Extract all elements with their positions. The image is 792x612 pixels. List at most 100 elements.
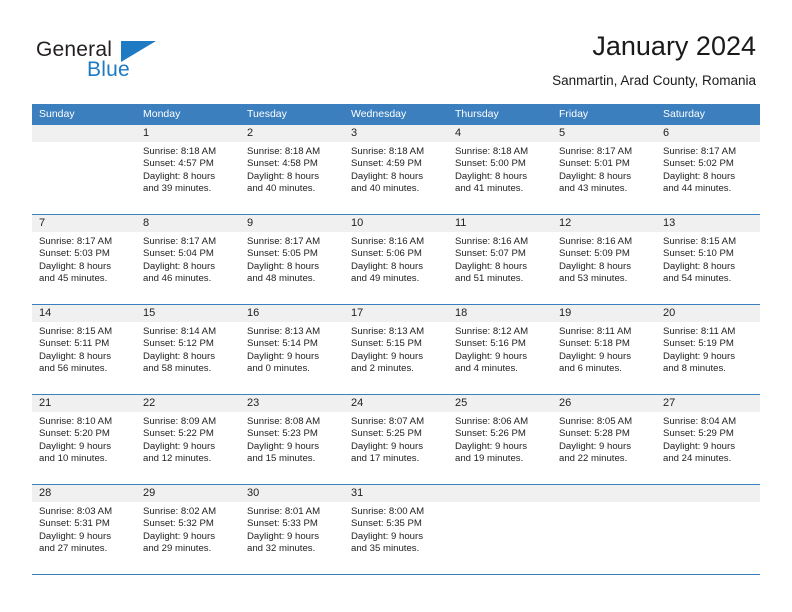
sunrise-text: Sunrise: 8:13 AM [247, 326, 321, 337]
day-number[interactable]: 20 [656, 305, 760, 322]
day-cell[interactable]: Sunrise: 8:16 AM Sunset: 5:06 PM Dayligh… [344, 232, 448, 304]
weekday-header-monday: Monday [143, 108, 181, 120]
day-number[interactable]: 23 [240, 395, 344, 412]
week-row: 21 22 23 24 25 26 27 Sunrise: 8:10 AM Su… [32, 395, 760, 485]
day-cell[interactable]: Sunrise: 8:09 AM Sunset: 5:22 PM Dayligh… [136, 412, 240, 484]
day-number[interactable] [448, 485, 552, 502]
daylight-text: Daylight: 8 hours [351, 260, 423, 272]
day-number[interactable]: 18 [448, 305, 552, 322]
day-number[interactable]: 25 [448, 395, 552, 412]
day-number[interactable]: 16 [240, 305, 344, 322]
page-header: General Blue January 2024 Sanmartin, Ara… [0, 0, 792, 104]
day-number[interactable]: 7 [32, 215, 136, 232]
day-number[interactable]: 26 [552, 395, 656, 412]
day-cell[interactable]: Sunrise: 8:16 AM Sunset: 5:09 PM Dayligh… [552, 232, 656, 304]
daylight-text-cont: and 41 minutes. [455, 183, 524, 195]
day-cell[interactable] [552, 502, 656, 574]
sunset-text: Sunset: 5:00 PM [455, 158, 526, 170]
daylight-text: Daylight: 9 hours [455, 440, 527, 452]
day-number[interactable]: 28 [32, 485, 136, 502]
day-cell[interactable]: Sunrise: 8:18 AM Sunset: 4:59 PM Dayligh… [344, 142, 448, 214]
day-cell[interactable]: Sunrise: 8:17 AM Sunset: 5:05 PM Dayligh… [240, 232, 344, 304]
day-number[interactable] [552, 485, 656, 502]
day-cell[interactable]: Sunrise: 8:03 AM Sunset: 5:31 PM Dayligh… [32, 502, 136, 574]
day-cell[interactable]: Sunrise: 8:07 AM Sunset: 5:25 PM Dayligh… [344, 412, 448, 484]
day-cell[interactable]: Sunrise: 8:15 AM Sunset: 5:11 PM Dayligh… [32, 322, 136, 394]
sunrise-text: Sunrise: 8:11 AM [559, 326, 632, 337]
day-number[interactable]: 19 [552, 305, 656, 322]
sunrise-text: Sunrise: 8:03 AM [39, 506, 113, 517]
daylight-text-cont: and 43 minutes. [559, 183, 628, 195]
daylight-text: Daylight: 9 hours [455, 350, 527, 362]
day-number[interactable]: 11 [448, 215, 552, 232]
day-number[interactable]: 27 [656, 395, 760, 412]
day-number[interactable]: 22 [136, 395, 240, 412]
day-cell[interactable]: Sunrise: 8:08 AM Sunset: 5:23 PM Dayligh… [240, 412, 344, 484]
sunrise-text: Sunrise: 8:17 AM [39, 236, 113, 247]
day-cell[interactable]: Sunrise: 8:15 AM Sunset: 5:10 PM Dayligh… [656, 232, 760, 304]
sunset-text: Sunset: 5:03 PM [39, 248, 110, 260]
day-number[interactable] [656, 485, 760, 502]
day-cell[interactable] [448, 502, 552, 574]
day-cell[interactable]: Sunrise: 8:00 AM Sunset: 5:35 PM Dayligh… [344, 502, 448, 574]
day-number[interactable]: 10 [344, 215, 448, 232]
day-cell[interactable]: Sunrise: 8:17 AM Sunset: 5:03 PM Dayligh… [32, 232, 136, 304]
day-number[interactable]: 17 [344, 305, 448, 322]
day-number[interactable]: 24 [344, 395, 448, 412]
day-cell[interactable]: Sunrise: 8:05 AM Sunset: 5:28 PM Dayligh… [552, 412, 656, 484]
sunrise-text: Sunrise: 8:17 AM [559, 146, 633, 157]
day-cell[interactable]: Sunrise: 8:04 AM Sunset: 5:29 PM Dayligh… [656, 412, 760, 484]
page-title: January 2024 [592, 31, 756, 61]
day-cell[interactable]: Sunrise: 8:01 AM Sunset: 5:33 PM Dayligh… [240, 502, 344, 574]
day-cell[interactable]: Sunrise: 8:13 AM Sunset: 5:14 PM Dayligh… [240, 322, 344, 394]
day-number[interactable]: 21 [32, 395, 136, 412]
day-cell[interactable]: Sunrise: 8:12 AM Sunset: 5:16 PM Dayligh… [448, 322, 552, 394]
day-number[interactable]: 8 [136, 215, 240, 232]
day-number[interactable]: 3 [344, 125, 448, 142]
daylight-text: Daylight: 9 hours [663, 440, 735, 452]
sunrise-text: Sunrise: 8:04 AM [663, 416, 737, 427]
day-number[interactable]: 29 [136, 485, 240, 502]
weekday-header-wednesday: Wednesday [351, 108, 407, 120]
day-cell[interactable]: Sunrise: 8:17 AM Sunset: 5:02 PM Dayligh… [656, 142, 760, 214]
day-number[interactable]: 31 [344, 485, 448, 502]
day-number[interactable]: 9 [240, 215, 344, 232]
day-cell[interactable]: Sunrise: 8:11 AM Sunset: 5:18 PM Dayligh… [552, 322, 656, 394]
day-number[interactable]: 15 [136, 305, 240, 322]
sunrise-text: Sunrise: 8:14 AM [143, 326, 217, 337]
day-cell[interactable]: Sunrise: 8:11 AM Sunset: 5:19 PM Dayligh… [656, 322, 760, 394]
day-cell[interactable] [656, 502, 760, 574]
day-number[interactable] [32, 125, 136, 142]
day-cell[interactable]: Sunrise: 8:17 AM Sunset: 5:04 PM Dayligh… [136, 232, 240, 304]
day-cell[interactable]: Sunrise: 8:10 AM Sunset: 5:20 PM Dayligh… [32, 412, 136, 484]
sunset-text: Sunset: 5:16 PM [455, 338, 526, 350]
day-number[interactable]: 4 [448, 125, 552, 142]
day-number[interactable]: 13 [656, 215, 760, 232]
daylight-text: Daylight: 8 hours [455, 260, 527, 272]
day-number[interactable]: 14 [32, 305, 136, 322]
day-number[interactable]: 6 [656, 125, 760, 142]
day-number[interactable]: 30 [240, 485, 344, 502]
day-cell[interactable]: Sunrise: 8:14 AM Sunset: 5:12 PM Dayligh… [136, 322, 240, 394]
day-cell[interactable]: Sunrise: 8:16 AM Sunset: 5:07 PM Dayligh… [448, 232, 552, 304]
week-row: 14 15 16 17 18 19 20 Sunrise: 8:15 AM Su… [32, 305, 760, 395]
daylight-text-cont: and 48 minutes. [247, 273, 316, 285]
day-cell[interactable]: Sunrise: 8:18 AM Sunset: 4:58 PM Dayligh… [240, 142, 344, 214]
daylight-text-cont: and 4 minutes. [455, 363, 518, 375]
daylight-text-cont: and 27 minutes. [39, 543, 108, 555]
day-number[interactable]: 2 [240, 125, 344, 142]
day-cell[interactable]: Sunrise: 8:02 AM Sunset: 5:32 PM Dayligh… [136, 502, 240, 574]
sunset-text: Sunset: 5:28 PM [559, 428, 630, 440]
day-number[interactable]: 5 [552, 125, 656, 142]
daylight-text-cont: and 46 minutes. [143, 273, 212, 285]
day-cell[interactable]: Sunrise: 8:17 AM Sunset: 5:01 PM Dayligh… [552, 142, 656, 214]
day-cell[interactable]: Sunrise: 8:18 AM Sunset: 5:00 PM Dayligh… [448, 142, 552, 214]
daylight-text: Daylight: 9 hours [351, 530, 423, 542]
day-cell[interactable] [32, 142, 136, 214]
sunset-text: Sunset: 5:12 PM [143, 338, 214, 350]
day-cell[interactable]: Sunrise: 8:18 AM Sunset: 4:57 PM Dayligh… [136, 142, 240, 214]
day-cell[interactable]: Sunrise: 8:13 AM Sunset: 5:15 PM Dayligh… [344, 322, 448, 394]
day-number[interactable]: 1 [136, 125, 240, 142]
day-cell[interactable]: Sunrise: 8:06 AM Sunset: 5:26 PM Dayligh… [448, 412, 552, 484]
day-number[interactable]: 12 [552, 215, 656, 232]
